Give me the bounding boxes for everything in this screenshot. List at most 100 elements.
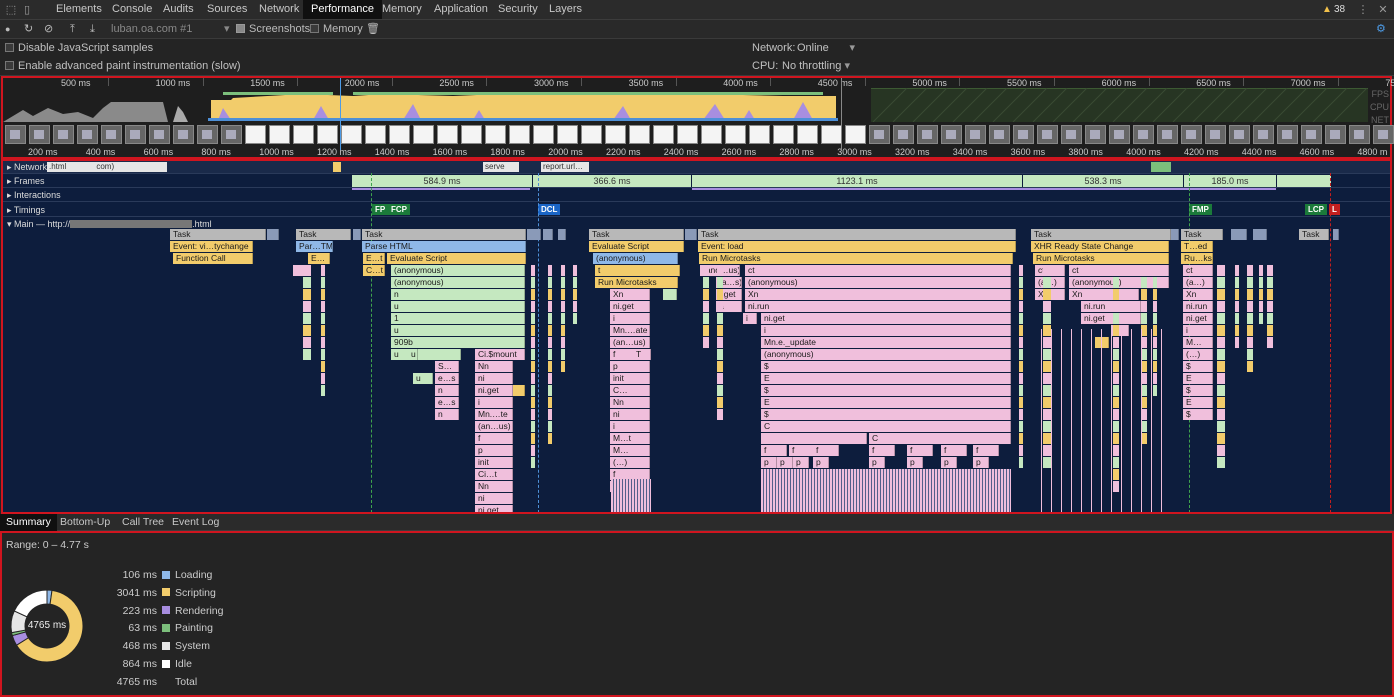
flame-block[interactable] <box>1019 457 1023 468</box>
dcl-marker[interactable]: DCL <box>538 204 561 215</box>
flame-block[interactable] <box>1217 433 1225 444</box>
flame-block[interactable] <box>1259 277 1263 288</box>
flame-block[interactable] <box>303 349 311 360</box>
flame-block[interactable] <box>1153 265 1157 276</box>
flame-block[interactable] <box>321 277 325 288</box>
fp-marker[interactable]: FP <box>372 204 389 215</box>
flame-block[interactable] <box>1019 445 1023 456</box>
event-block[interactable]: Event: vi…tychange <box>170 241 253 252</box>
flame-block[interactable] <box>1141 301 1147 312</box>
task-block[interactable] <box>267 229 279 240</box>
screenshot-thumbnail[interactable] <box>605 125 626 144</box>
flame-block[interactable] <box>1217 349 1225 360</box>
flame-block[interactable] <box>548 385 552 396</box>
tab-performance[interactable]: Performance <box>303 0 382 19</box>
flame-block[interactable] <box>548 313 552 324</box>
lcp-marker[interactable]: LCP <box>1305 204 1327 215</box>
flame-block[interactable] <box>1217 325 1225 336</box>
flame-block[interactable] <box>1217 265 1225 276</box>
expand-arrow-icon[interactable]: ▸ <box>7 176 12 186</box>
flame-block[interactable] <box>717 349 723 360</box>
flame-block[interactable]: E <box>1183 373 1213 384</box>
trash-icon[interactable]: 🗑 <box>366 22 380 37</box>
screenshot-thumbnail[interactable] <box>677 125 698 144</box>
screenshot-thumbnail[interactable] <box>245 125 266 144</box>
profile-select[interactable]: luban.oa.com #1 <box>111 22 192 37</box>
flame-block[interactable] <box>1043 289 1051 300</box>
flame-block[interactable] <box>1259 301 1263 312</box>
flame-block[interactable] <box>548 325 552 336</box>
screenshot-thumbnail[interactable] <box>437 125 458 144</box>
timeline-overview[interactable]: 500 ms 1000 ms 1500 ms 2000 ms 2500 ms 3000 m… <box>1 76 1394 159</box>
interaction-bar[interactable] <box>352 188 530 190</box>
flame-block[interactable] <box>717 385 723 396</box>
flame-block[interactable] <box>321 301 325 312</box>
flame-block[interactable] <box>531 337 535 348</box>
parse-html-block[interactable]: Parse HTML <box>362 241 526 252</box>
flame-block[interactable] <box>548 337 552 348</box>
flame-block[interactable]: u <box>391 349 461 360</box>
flame-block[interactable] <box>303 289 311 300</box>
flame-block[interactable]: f <box>869 445 895 456</box>
flame-block[interactable] <box>1217 421 1225 432</box>
screenshot-thumbnail[interactable] <box>269 125 290 144</box>
flame-block[interactable] <box>717 373 723 384</box>
anonymous-block[interactable]: (anonymous) <box>593 253 678 264</box>
flame-block[interactable] <box>531 433 535 444</box>
save-profile-icon[interactable]: ⤓ <box>90 22 95 37</box>
flame-block[interactable]: M… <box>610 445 650 456</box>
flame-block[interactable] <box>548 349 552 360</box>
flame-block[interactable] <box>531 361 535 372</box>
flame-block[interactable]: i <box>761 325 1011 336</box>
flame-block[interactable] <box>1247 313 1253 324</box>
screenshot-thumbnail[interactable] <box>413 125 434 144</box>
advanced-paint-checkbox[interactable]: Enable advanced paint instrumentation (s… <box>5 58 241 74</box>
flame-block[interactable]: (a…) <box>1183 277 1213 288</box>
screenshot-thumbnail[interactable] <box>845 125 866 144</box>
flame-block[interactable] <box>1113 265 1119 276</box>
flame-block[interactable] <box>561 301 565 312</box>
flame-block[interactable] <box>1267 337 1273 348</box>
flame-block[interactable] <box>717 265 723 276</box>
flame-block[interactable]: $ <box>1183 385 1213 396</box>
flame-block[interactable] <box>1235 301 1239 312</box>
tab-console[interactable]: Console <box>104 0 160 19</box>
network-request[interactable] <box>1151 162 1171 172</box>
flame-block[interactable] <box>1113 301 1119 312</box>
flame-block[interactable] <box>548 397 552 408</box>
flame-block[interactable] <box>548 289 552 300</box>
flame-block[interactable] <box>703 301 709 312</box>
screenshots-checkbox[interactable]: Screenshots <box>236 22 310 37</box>
flame-block[interactable] <box>1247 265 1253 276</box>
fcp-marker[interactable]: FCP <box>388 204 410 215</box>
expand-arrow-icon[interactable]: ▸ <box>7 190 12 200</box>
screenshot-thumbnail[interactable] <box>509 125 530 144</box>
tab-application[interactable]: Application <box>426 0 496 19</box>
flame-block[interactable]: f <box>907 445 933 456</box>
flame-block[interactable]: ni.run <box>1183 301 1213 312</box>
flame-block[interactable]: t <box>595 265 680 276</box>
task-block[interactable]: Task <box>1181 229 1223 240</box>
flame-block[interactable]: ni.run <box>1081 301 1141 312</box>
flame-block[interactable]: p <box>610 361 650 372</box>
flame-block[interactable]: E <box>761 373 1011 384</box>
tab-sources[interactable]: Sources <box>199 0 255 19</box>
flame-block[interactable] <box>1267 265 1273 276</box>
flame-block[interactable]: 1 <box>391 313 525 324</box>
tab-memory[interactable]: Memory <box>374 0 430 19</box>
flame-block[interactable] <box>1235 325 1239 336</box>
flame-block[interactable]: i <box>1183 325 1213 336</box>
flame-block[interactable]: $ <box>1183 361 1213 372</box>
frames-track[interactable]: ▸ Frames 584.9 ms 366.6 ms 1123.1 ms 538… <box>3 173 1390 187</box>
flame-block[interactable]: Xn <box>745 289 1011 300</box>
task-block[interactable] <box>685 229 697 240</box>
tab-elements[interactable]: Elements <box>48 0 110 19</box>
flame-block[interactable] <box>531 397 535 408</box>
device-toolbar-icon[interactable]: ▯ <box>20 3 34 17</box>
flame-block[interactable]: (anonymous) <box>391 265 525 276</box>
flame-block[interactable]: p <box>973 457 989 468</box>
flame-block[interactable]: $ <box>761 385 1011 396</box>
chevron-down-icon[interactable]: ▾ <box>224 22 230 37</box>
network-request[interactable] <box>333 162 341 172</box>
flame-block[interactable] <box>703 277 709 288</box>
